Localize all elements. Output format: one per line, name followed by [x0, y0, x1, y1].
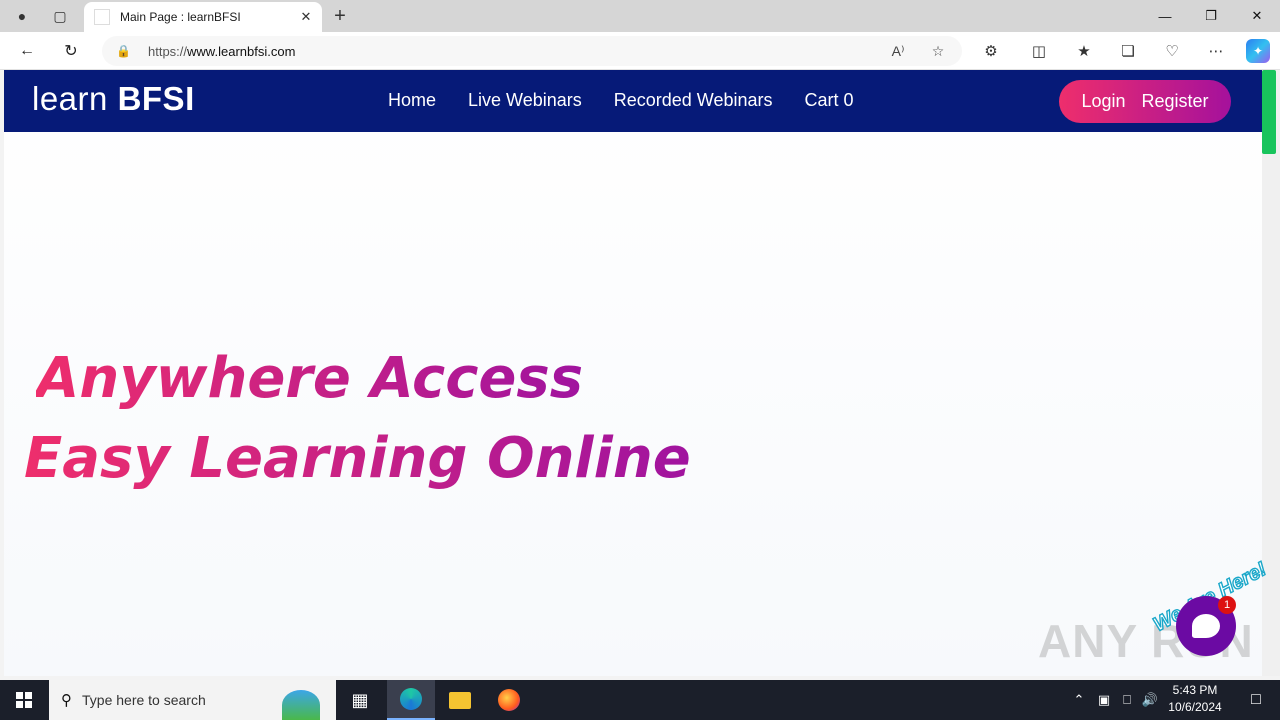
- collections-icon[interactable]: ❏: [1116, 39, 1140, 63]
- browser-toolbar: ← ↻ 🔒 https://www.learnbfsi.com A⁾ ☆ ⚙ ◫…: [0, 32, 1280, 70]
- read-aloud-icon[interactable]: A⁾: [886, 39, 910, 63]
- restore-icon[interactable]: ❐: [1188, 0, 1234, 32]
- nav-home[interactable]: Home: [388, 90, 436, 111]
- scrollbar-thumb[interactable]: [1262, 70, 1276, 154]
- chat-widget: We Are Here! 1: [1140, 557, 1271, 668]
- address-bar[interactable]: 🔒 https://www.learnbfsi.com A⁾ ☆: [102, 36, 962, 66]
- start-button[interactable]: [0, 680, 48, 720]
- site-header: learn BFSI Home Live Webinars Recorded W…: [4, 70, 1262, 132]
- notifications-icon[interactable]: □: [1232, 680, 1280, 720]
- lock-icon[interactable]: 🔒: [116, 44, 134, 58]
- taskbar-clock[interactable]: 5:43 PM 10/6/2024: [1158, 682, 1232, 718]
- search-icon: ⚲: [61, 692, 72, 709]
- tray-device-icon[interactable]: ▣: [1094, 680, 1114, 720]
- clock-time: 5:43 PM: [1172, 683, 1218, 697]
- close-tab-icon[interactable]: ✕: [294, 5, 318, 29]
- edge-taskbar-icon[interactable]: [387, 680, 435, 720]
- search-placeholder: Type here to search: [82, 692, 206, 708]
- login-button[interactable]: Login: [1081, 91, 1125, 112]
- task-view-icon[interactable]: ▦: [336, 680, 384, 720]
- tab-actions-icon[interactable]: ▢: [48, 4, 72, 28]
- refresh-icon[interactable]: ↻: [58, 38, 84, 64]
- volume-icon[interactable]: 🔊: [1140, 680, 1160, 720]
- split-screen-icon[interactable]: ◫: [1027, 39, 1051, 63]
- copilot-icon[interactable]: ✦: [1246, 39, 1270, 63]
- favorite-star-icon[interactable]: ☆: [926, 39, 950, 63]
- network-icon[interactable]: ⎕: [1116, 680, 1138, 720]
- hero-headline-2: Easy Learning Online: [24, 426, 691, 491]
- taskbar-search[interactable]: ⚲ Type here to search: [49, 680, 336, 720]
- page-viewport: learn BFSI Home Live Webinars Recorded W…: [4, 70, 1262, 676]
- search-highlight-icon: [266, 680, 336, 720]
- favorites-icon[interactable]: ★: [1072, 39, 1096, 63]
- new-tab-icon[interactable]: +: [328, 4, 352, 28]
- chat-bubble-icon: [1192, 614, 1220, 638]
- address-url: https://www.learnbfsi.com: [148, 43, 296, 59]
- file-explorer-icon[interactable]: [436, 680, 484, 720]
- favicon-icon: [94, 9, 110, 25]
- auth-pill: Login Register: [1059, 80, 1231, 123]
- windows-logo-icon: [16, 692, 32, 708]
- nav-live-webinars[interactable]: Live Webinars: [468, 90, 582, 111]
- taskbar: ⚲ Type here to search ▦ ⌃ ▣ ⎕ 🔊 5:43 PM …: [0, 680, 1280, 720]
- browser-tab[interactable]: Main Page : learnBFSI ✕: [84, 2, 322, 32]
- nav-cart[interactable]: Cart 0: [805, 90, 854, 111]
- minimize-icon[interactable]: —: [1142, 0, 1188, 32]
- chat-badge: 1: [1218, 596, 1236, 614]
- more-options-icon[interactable]: ⋯: [1204, 39, 1228, 63]
- close-window-icon[interactable]: ✕: [1234, 0, 1280, 32]
- register-button[interactable]: Register: [1142, 91, 1209, 112]
- main-nav: Home Live Webinars Recorded Webinars Car…: [388, 90, 854, 111]
- firefox-icon[interactable]: [485, 680, 533, 720]
- tab-title: Main Page : learnBFSI: [120, 10, 241, 24]
- nav-recorded-webinars[interactable]: Recorded Webinars: [614, 90, 773, 111]
- browser-tab-bar: ● ▢ Main Page : learnBFSI ✕ + — ❐ ✕: [0, 0, 1280, 32]
- clock-date: 10/6/2024: [1168, 700, 1222, 714]
- profile-icon[interactable]: ●: [10, 4, 34, 28]
- extensions-icon[interactable]: ⚙: [979, 39, 1003, 63]
- back-icon[interactable]: ←: [14, 38, 40, 64]
- site-logo[interactable]: learn BFSI: [32, 80, 195, 118]
- hero-headline-1: Anywhere Access: [36, 346, 584, 411]
- browser-essentials-icon[interactable]: ♡: [1160, 39, 1184, 63]
- tray-chevron-icon[interactable]: ⌃: [1068, 680, 1090, 720]
